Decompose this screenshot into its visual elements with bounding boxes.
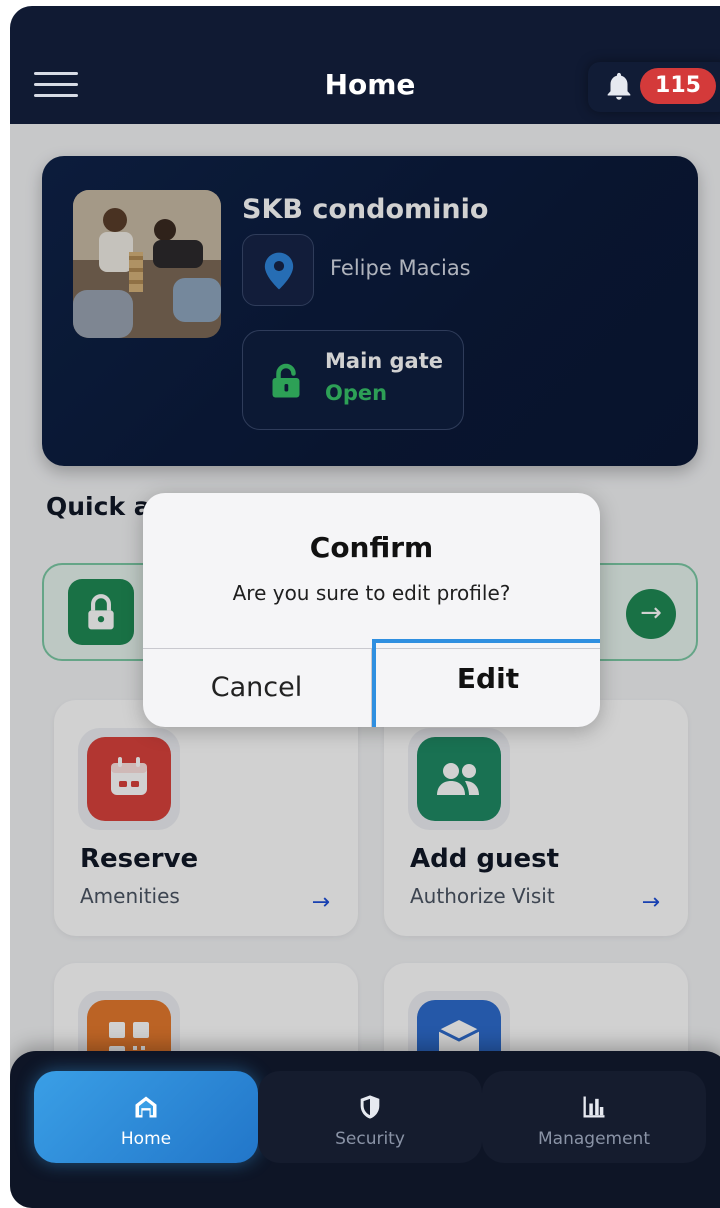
confirm-dialog: Confirm Are you sure to edit profile? Ca… xyxy=(143,493,600,727)
notification-badge: 115 xyxy=(640,68,716,104)
nav-label-management: Management xyxy=(538,1129,650,1149)
dialog-title: Confirm xyxy=(309,531,434,564)
nav-label-security: Security xyxy=(335,1129,405,1149)
shield-icon xyxy=(360,1095,380,1119)
cancel-button[interactable]: Cancel xyxy=(143,649,370,727)
edit-button[interactable]: Edit xyxy=(372,639,600,727)
top-app-bar: Home 115 xyxy=(10,6,720,124)
nav-tab-home[interactable]: Home xyxy=(34,1071,258,1163)
nav-label-home: Home xyxy=(120,1129,172,1149)
nav-tab-security[interactable]: Security xyxy=(258,1071,482,1163)
home-icon xyxy=(135,1096,157,1118)
nav-tab-management[interactable]: Management xyxy=(482,1071,706,1163)
dialog-message: Are you sure to edit profile? xyxy=(232,581,511,605)
notifications-button[interactable]: 115 xyxy=(588,62,720,112)
app-screen: Home 115 SKB condominio Felipe Macias Ma… xyxy=(10,6,720,1208)
bottom-navigation: Home Security Management xyxy=(10,1051,720,1208)
bar-chart-icon xyxy=(583,1096,605,1118)
bell-icon xyxy=(607,72,631,100)
